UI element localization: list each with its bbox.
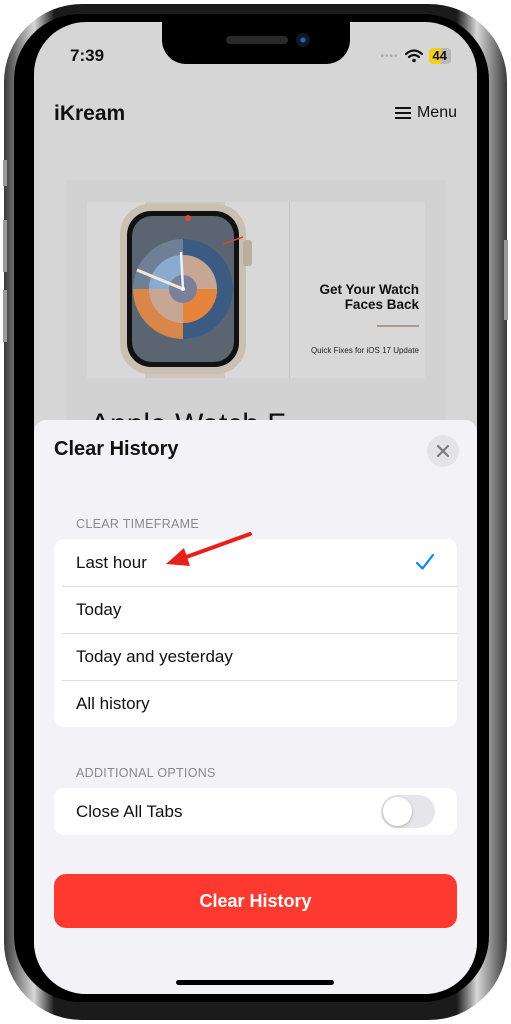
- clear-history-button[interactable]: Clear History: [54, 874, 457, 928]
- hero-subtitle: Quick Fixes for iOS 17 Update: [310, 346, 419, 355]
- menu-label: Menu: [416, 104, 457, 121]
- site-logo[interactable]: iKream: [54, 102, 125, 126]
- close-all-tabs-row: Close All Tabs: [54, 788, 457, 835]
- close-button[interactable]: [427, 435, 459, 467]
- clear-history-sheet: Clear History CLEAR TIMEFRAME Last hour …: [34, 420, 477, 994]
- additional-options-label: ADDITIONAL OPTIONS: [76, 766, 216, 780]
- hero-title-line2: Faces Back: [344, 297, 419, 312]
- close-icon: [436, 444, 450, 458]
- volume-up-button: [3, 220, 7, 272]
- timeframe-option-today[interactable]: Today: [54, 586, 457, 633]
- screen: 7:39 •••• 44 iKream Menu Get Your Watch …: [34, 22, 477, 994]
- close-all-tabs-label: Close All Tabs: [76, 801, 183, 821]
- hero-text-panel: Get Your Watch Faces Back Quick Fixes fo…: [290, 202, 425, 378]
- option-label: Today: [76, 599, 122, 619]
- hero-title-line1: Get Your Watch: [319, 282, 419, 297]
- mute-switch: [3, 160, 7, 186]
- option-label: All history: [76, 693, 150, 713]
- additional-options-group: Close All Tabs: [54, 788, 457, 835]
- option-label: Last hour: [76, 552, 147, 572]
- power-button: [504, 240, 508, 320]
- timeframe-option-all-history[interactable]: All history: [54, 680, 457, 727]
- hero-divider: [377, 325, 419, 327]
- close-all-tabs-toggle[interactable]: [381, 795, 435, 828]
- status-time: 7:39: [70, 46, 105, 65]
- annotation-arrow-icon: [166, 532, 252, 566]
- notch: [162, 22, 350, 64]
- camera: [296, 33, 310, 47]
- hero-watch-panel: [87, 202, 290, 378]
- toggle-knob: [383, 797, 412, 826]
- option-label: Today and yesterday: [76, 646, 233, 666]
- menu-button[interactable]: Menu: [394, 104, 457, 122]
- status-icons: •••• 44: [381, 48, 451, 64]
- battery-icon: 44: [428, 48, 451, 64]
- hero-title: Get Your Watch Faces Back: [319, 282, 419, 312]
- sheet-title: Clear History: [54, 438, 179, 460]
- speaker: [226, 36, 288, 44]
- hero-card[interactable]: Get Your Watch Faces Back Quick Fixes fo…: [66, 180, 446, 440]
- timeframe-option-today-and-yesterday[interactable]: Today and yesterday: [54, 633, 457, 680]
- hamburger-icon: [394, 107, 411, 119]
- hero-image: Get Your Watch Faces Back Quick Fixes fo…: [87, 202, 425, 378]
- timeframe-section-label: CLEAR TIMEFRAME: [76, 517, 200, 531]
- site-header: iKream Menu: [34, 92, 477, 136]
- wifi-icon: [404, 49, 423, 63]
- volume-down-button: [3, 290, 7, 342]
- signal-dots-icon: ••••: [380, 50, 399, 62]
- apple-watch-image: [120, 202, 252, 378]
- home-indicator[interactable]: [176, 980, 334, 985]
- checkmark-icon: [415, 553, 435, 570]
